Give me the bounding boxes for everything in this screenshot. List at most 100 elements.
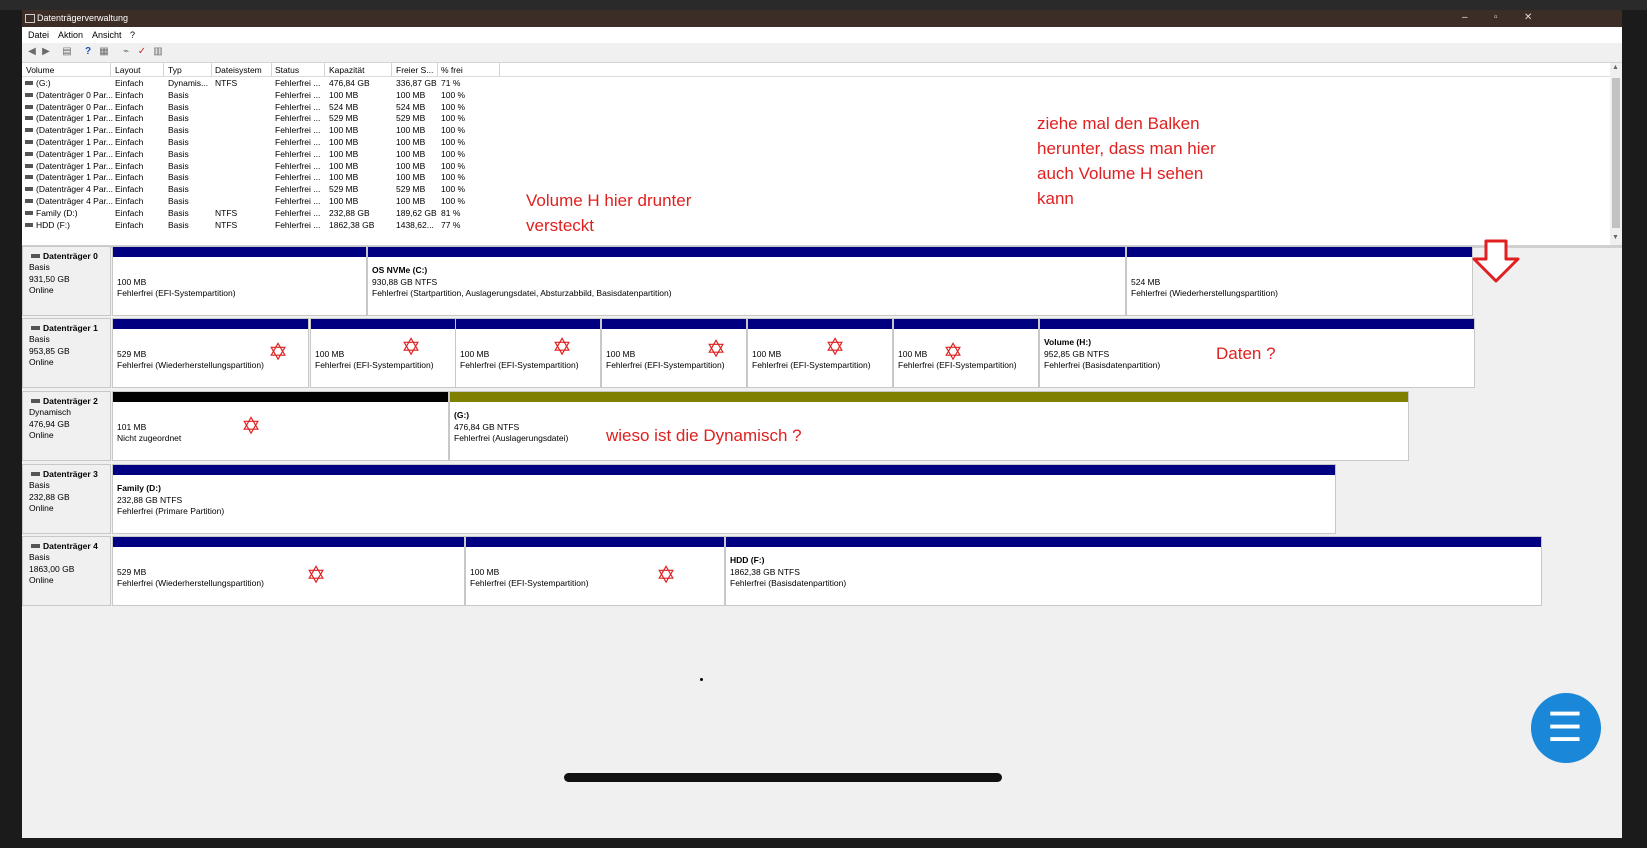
table-row[interactable]: (Datenträger 1 Par... Einfach Basis Fehlerf… <box>22 124 522 136</box>
table-cell: 189,62 GB <box>396 207 437 218</box>
col-freier-speicher[interactable]: Freier S... <box>396 65 433 75</box>
partition-block[interactable]: 100 MB Fehlerfrei (EFI-Systempartition) <box>747 318 893 388</box>
table-cell: Fehlerfrei ... <box>275 207 321 218</box>
menu-help[interactable]: ? <box>130 30 135 40</box>
table-cell: 100 % <box>441 172 466 183</box>
column-divider[interactable] <box>391 63 392 76</box>
disk-size: 931,50 GB <box>29 274 70 284</box>
disk-list-icon[interactable]: ▤ <box>61 46 73 58</box>
menu-aktion[interactable]: Aktion <box>58 30 83 40</box>
scroll-down-icon[interactable]: ▼ <box>1612 234 1619 241</box>
table-row[interactable]: (Datenträger 0 Par... Einfach Basis Fehlerf… <box>22 101 522 113</box>
disk-icon <box>31 544 40 548</box>
disk-label[interactable]: Datenträger 2 Dynamisch 476,94 GB Online <box>22 391 111 461</box>
col-status[interactable]: Status <box>275 65 299 75</box>
partition-block[interactable]: 529 MB Fehlerfrei (Wiederherstellungspart… <box>112 536 465 606</box>
column-divider[interactable] <box>271 63 272 76</box>
partition-block[interactable]: 524 MB Fehlerfrei (Wiederherstellungspart… <box>1126 246 1473 316</box>
col-typ[interactable]: Typ <box>168 65 182 75</box>
table-cell: NTFS <box>215 207 238 218</box>
partition-block[interactable]: Family (D:) 232,88 GB NTFS Fehlerfrei (Pri… <box>112 464 1336 534</box>
table-cell: Einfach <box>115 78 144 88</box>
disk-label[interactable]: Datenträger 3 Basis 232,88 GB Online <box>22 464 111 534</box>
column-divider[interactable] <box>163 63 164 76</box>
col-dateisystem[interactable]: Dateisystem <box>215 65 262 75</box>
col-prozent-frei[interactable]: % frei <box>441 65 463 75</box>
annotation-line: Volume H hier drunter <box>526 191 692 210</box>
volume-icon <box>25 151 33 156</box>
partition-status: Nicht zugeordnet <box>117 433 182 443</box>
star-mark-icon: ✡ <box>306 562 327 589</box>
maximize-button[interactable]: ▫ <box>1494 12 1498 23</box>
volume-list-scrollbar[interactable]: ▲ ▼ <box>1610 63 1622 245</box>
menu-datei[interactable]: Datei <box>28 30 49 40</box>
partition-size: 100 MB <box>752 349 782 359</box>
back-icon[interactable]: ◀ <box>26 46 38 58</box>
table-cell: Einfach <box>115 207 144 218</box>
partition-block[interactable]: 100 MB Fehlerfrei (EFI-Systempartition) <box>455 318 601 388</box>
scrollbar-thumb[interactable] <box>1612 78 1620 228</box>
table-cell: 100 MB <box>396 137 426 147</box>
table-row[interactable]: (Datenträger 1 Par... Einfach Basis Fehlerf… <box>22 112 522 124</box>
table-cell: (Datenträger 0 Par... <box>36 89 114 100</box>
partition-block[interactable]: (G:) 476,84 GB NTFS Fehlerfrei (Auslagerun… <box>449 391 1409 461</box>
table-cell: 100 % <box>441 148 466 159</box>
table-row[interactable]: (Datenträger 1 Par... Einfach Basis Fehlerf… <box>22 171 522 183</box>
close-button[interactable]: ✕ <box>1524 12 1532 23</box>
partition-size: 100 MB <box>460 349 490 359</box>
disk-label[interactable]: Datenträger 4 Basis 1863,00 GB Online <box>22 536 111 606</box>
partition-bar <box>113 465 1335 475</box>
column-divider[interactable] <box>110 63 111 76</box>
table-row[interactable]: (G:) Einfach Dynamis... NTFS Fehlerfrei ... 4… <box>22 77 522 89</box>
disk-label[interactable]: Datenträger 1 Basis 953,85 GB Online <box>22 318 111 388</box>
table-row[interactable]: Family (D:) Einfach Basis NTFS Fehlerfrei ..… <box>22 207 522 219</box>
help-icon[interactable]: ? <box>82 46 94 58</box>
col-kapazitaet[interactable]: Kapazität <box>329 65 364 75</box>
partition-bar <box>748 319 892 329</box>
menu-ansicht[interactable]: Ansicht <box>92 30 122 40</box>
properties-icon[interactable]: ▦ <box>98 46 110 58</box>
table-row[interactable]: (Datenträger 4 Par... Einfach Basis Fehlerf… <box>22 183 522 195</box>
partition-status: Fehlerfrei (Primare Partition) <box>117 506 225 516</box>
partition-block[interactable]: 100 MB Fehlerfrei (EFI-Systempartition) <box>893 318 1039 388</box>
table-cell: NTFS <box>215 78 238 88</box>
table-row[interactable]: (Datenträger 0 Par... Einfach Basis Fehlerf… <box>22 89 522 101</box>
column-divider[interactable] <box>211 63 212 76</box>
connect-icon[interactable]: ⌁ <box>120 46 132 58</box>
partition-block[interactable]: 101 MB Nicht zugeordnet <box>112 391 449 461</box>
scroll-up-icon[interactable]: ▲ <box>1612 64 1619 71</box>
disk-label[interactable]: Datenträger 0 Basis 931,50 GB Online <box>22 246 111 316</box>
partition-name: HDD (F:) <box>730 555 765 565</box>
column-divider[interactable] <box>437 63 438 76</box>
cursor-dot <box>700 678 703 681</box>
partition-block[interactable]: 100 MB Fehlerfrei (EFI-Systempartition) <box>465 536 725 606</box>
table-row[interactable]: (Datenträger 1 Par... Einfach Basis Fehlerf… <box>22 160 522 172</box>
table-row[interactable]: HDD (F:) Einfach Basis NTFS Fehlerfrei ... 18… <box>22 219 522 231</box>
partition-size: 476,84 GB NTFS <box>454 422 520 432</box>
column-divider[interactable] <box>499 63 500 76</box>
volume-icon <box>25 92 33 97</box>
table-row[interactable]: (Datenträger 1 Par... Einfach Basis Fehlerf… <box>22 136 522 148</box>
partition-block[interactable]: HDD (F:) 1862,38 GB NTFS Fehlerfrei (Basis… <box>725 536 1542 606</box>
partition-block[interactable]: 100 MB Fehlerfrei (EFI-Systempartition) <box>310 318 456 388</box>
col-volume[interactable]: Volume <box>26 65 54 75</box>
column-divider[interactable] <box>324 63 325 76</box>
volume-icon <box>25 210 33 215</box>
table-cell: Einfach <box>115 172 144 183</box>
table-cell: Einfach <box>115 148 144 159</box>
partition-block[interactable]: 100 MB Fehlerfrei (EFI-Systempartition) <box>112 246 367 316</box>
partition-status: Fehlerfrei (Wiederherstellungspartition) <box>117 578 264 588</box>
partition-block[interactable]: OS NVMe (C:) 930,88 GB NTFS Fehlerfrei (St… <box>367 246 1126 316</box>
table-row[interactable]: (Datenträger 4 Par... Einfach Basis Fehlerf… <box>22 195 522 207</box>
forward-icon[interactable]: ▶ <box>40 46 52 58</box>
volume-icon <box>25 175 33 180</box>
partition-size: 100 MB <box>898 349 928 359</box>
table-row[interactable]: (Datenträger 1 Par... Einfach Basis Fehlerf… <box>22 148 522 160</box>
col-layout[interactable]: Layout <box>115 65 141 75</box>
minimize-button[interactable]: – <box>1462 12 1468 23</box>
settings-icon[interactable]: ▥ <box>152 46 164 58</box>
check-icon[interactable]: ✓ <box>136 46 148 58</box>
home-indicator[interactable] <box>564 773 1002 782</box>
table-cell: (Datenträger 1 Par... <box>36 172 114 183</box>
menu-icon[interactable]: ☰ <box>1531 693 1601 763</box>
